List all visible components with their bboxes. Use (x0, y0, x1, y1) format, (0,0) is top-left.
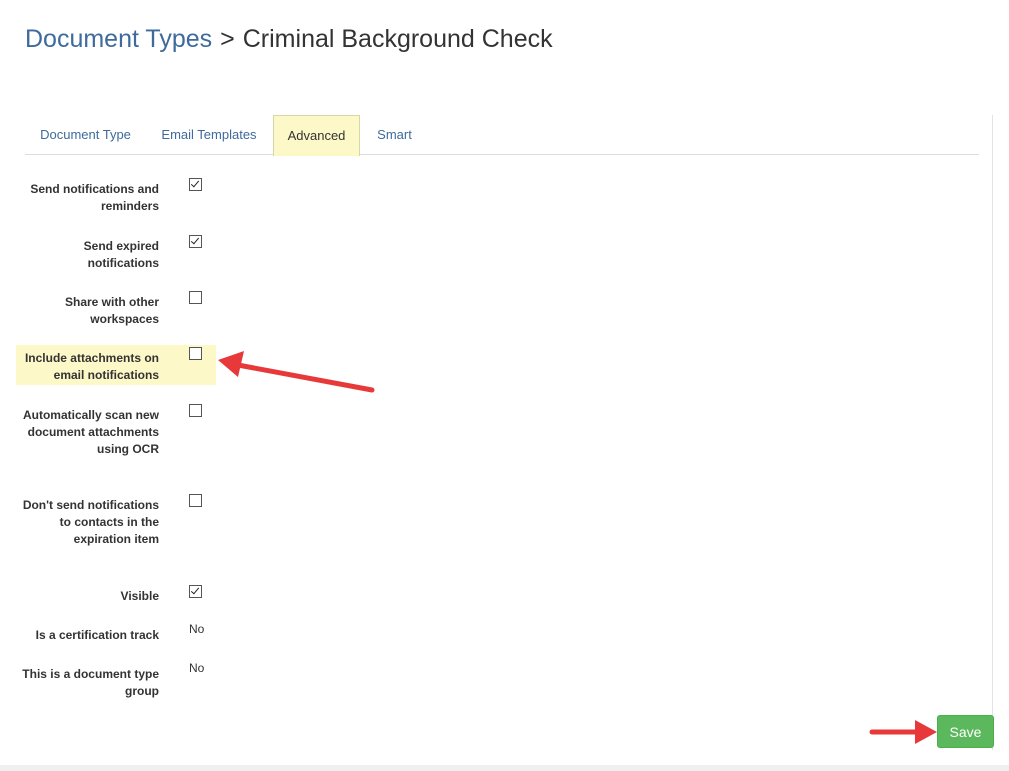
setting-label: Share with other workspaces (64, 295, 159, 326)
breadcrumb: Document Types > Criminal Background Check (25, 22, 553, 56)
setting-send-expired: Send expired notifications (0, 235, 216, 278)
setting-label: Is a certification track (35, 628, 159, 642)
annotation-arrow-icon (869, 720, 937, 744)
dont-send-contacts-checkbox[interactable] (189, 494, 202, 507)
tab-email-templates[interactable]: Email Templates (150, 115, 268, 154)
setting-ocr-scan: Automatically scan new document attachme… (0, 404, 216, 477)
share-workspaces-checkbox[interactable] (189, 291, 202, 304)
setting-certification-track: Is a certification track No (0, 622, 216, 647)
certification-track-value: No (189, 622, 205, 636)
tab-document-type[interactable]: Document Type (25, 115, 146, 154)
send-notifications-checkbox[interactable] (189, 178, 202, 191)
footer-strip (0, 765, 1009, 771)
page-title: Criminal Background Check (242, 25, 553, 53)
visible-checkbox[interactable] (189, 585, 202, 598)
breadcrumb-separator: > (220, 25, 235, 53)
tab-smart[interactable]: Smart (365, 115, 424, 154)
setting-label: Send expired notifications (83, 239, 159, 270)
setting-label: Don't send notifications to contacts in … (22, 498, 159, 546)
document-type-group-value: No (189, 661, 205, 675)
setting-label: Visible (120, 589, 159, 603)
setting-dont-send-contacts: Don't send notifications to contacts in … (0, 494, 216, 567)
page: Document Types > Criminal Background Check… (0, 0, 1009, 771)
tab-advanced[interactable]: Advanced (273, 115, 360, 156)
setting-document-type-group: This is a document type group No (0, 661, 216, 706)
send-expired-checkbox[interactable] (189, 235, 202, 248)
setting-include-attachments: Include attachments on email notificatio… (16, 345, 216, 385)
setting-label: Include attachments on email notificatio… (24, 351, 159, 382)
setting-label: Send notifications and reminders (30, 182, 159, 213)
save-button[interactable]: Save (937, 715, 994, 748)
setting-label: This is a document type group (22, 667, 159, 698)
breadcrumb-link-document-types[interactable]: Document Types (25, 25, 212, 53)
panel-border (992, 115, 993, 750)
setting-visible: Visible (0, 585, 216, 608)
ocr-scan-checkbox[interactable] (189, 404, 202, 417)
annotation-arrow-icon (218, 351, 375, 393)
setting-label: Automatically scan new document attachme… (22, 408, 159, 456)
include-attachments-checkbox[interactable] (189, 347, 202, 360)
setting-send-notifications: Send notifications and reminders (0, 178, 216, 221)
setting-share-workspaces: Share with other workspaces (0, 291, 216, 334)
tab-bar: Document Type Email Templates Advanced S… (25, 115, 979, 156)
